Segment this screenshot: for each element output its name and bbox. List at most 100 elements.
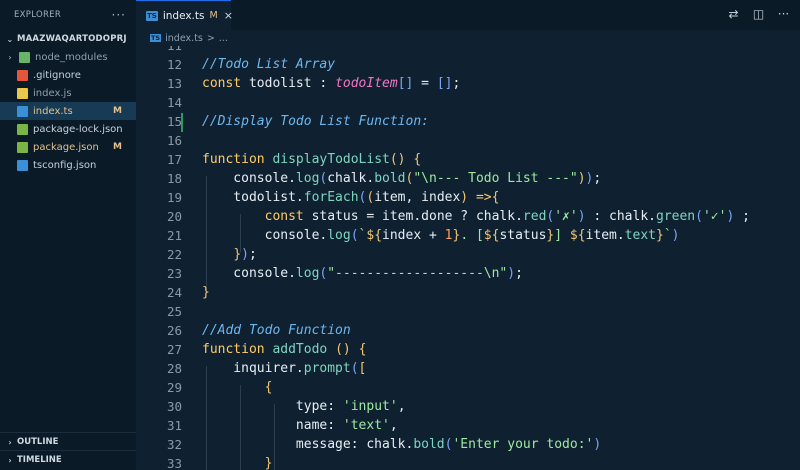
code-text: { — [264, 380, 273, 395]
close-icon[interactable]: × — [224, 9, 233, 22]
code-text: //Add Todo Function — [202, 323, 351, 338]
code-text: console.log(`${index + 1}. [${status}] $… — [202, 228, 680, 243]
file-item-tsconfig-json[interactable]: tsconfig.json — [0, 156, 136, 174]
code-text: //Display Todo List Function: — [202, 114, 429, 129]
explorer-header: EXPLORER ··· — [0, 0, 136, 30]
line-number: 22 — [166, 247, 182, 262]
code-line[interactable]: 16 — [136, 131, 800, 150]
breadcrumb-rest[interactable]: ... — [219, 33, 228, 44]
line-number: 24 — [166, 285, 182, 300]
chevron-down-icon: ⌄ — [6, 34, 14, 44]
code-text: message: chalk.bold('Enter your todo:') — [202, 437, 602, 452]
node-icon — [17, 141, 28, 153]
tsconfig-icon — [17, 159, 28, 171]
file-label: package-lock.json — [33, 123, 123, 135]
file-label: index.js — [33, 87, 72, 99]
line-number: 26 — [166, 323, 182, 338]
code-line[interactable]: 30 type: 'input', — [136, 397, 800, 416]
tab-bar: TS index.ts M × ⇄ ◫ ··· — [136, 0, 800, 30]
line-number: 12 — [166, 57, 182, 72]
git-icon — [17, 69, 28, 81]
project-folder[interactable]: ⌄ MAAZWAQARTODOPRJ — [0, 30, 136, 48]
modified-badge: M — [113, 142, 122, 152]
code-line[interactable]: 32 message: chalk.bold('Enter your todo:… — [136, 435, 800, 454]
code-line[interactable]: 12 //Todo List Array — [136, 55, 800, 74]
folder-icon — [19, 51, 30, 63]
code-line[interactable]: 27 function addTodo () { — [136, 340, 800, 359]
code-text: inquirer.prompt([ — [202, 361, 367, 376]
outline-section[interactable]: › OUTLINE — [0, 432, 141, 451]
line-number: 15 — [166, 114, 182, 129]
ts-icon — [17, 105, 28, 117]
ts-icon: TS — [150, 34, 162, 42]
code-line[interactable]: 18 console.log(chalk.bold("\n--- Todo Li… — [136, 169, 800, 188]
line-number: 23 — [166, 266, 182, 281]
file-item-index-js[interactable]: index.js — [0, 84, 136, 102]
code-line[interactable]: 21 console.log(`${index + 1}. [${status}… — [136, 226, 800, 245]
line-number: 30 — [166, 399, 182, 414]
code-line[interactable]: 24} — [136, 283, 800, 302]
editor-actions: ⇄ ◫ ··· — [727, 8, 790, 21]
code-text: } — [264, 456, 273, 470]
code-line[interactable]: 19 todolist.forEach((item, index) =>{ — [136, 188, 800, 207]
tab-label: index.ts — [162, 9, 205, 22]
explorer-sidebar: EXPLORER ··· ⌄ MAAZWAQARTODOPRJ › node_mo… — [0, 0, 137, 470]
file-label: package.json — [33, 141, 99, 153]
more-actions-icon[interactable]: ··· — [777, 8, 790, 21]
code-line[interactable]: 23 console.log("-------------------\n"); — [136, 264, 800, 283]
file-item-index-ts[interactable]: index.ts M — [0, 102, 136, 120]
project-name: MAAZWAQARTODOPRJ — [17, 34, 127, 44]
code-line[interactable]: 17 function displayTodoList() { — [136, 150, 800, 169]
code-text: //Todo List Array — [202, 57, 336, 72]
code-line[interactable]: 31 name: 'text', — [136, 416, 800, 435]
code-line[interactable]: 29 { — [136, 378, 800, 397]
line-number: 28 — [166, 361, 182, 376]
file-item-node-modules[interactable]: › node_modules — [0, 48, 136, 66]
file-item-package-lock-json[interactable]: package-lock.json — [0, 120, 136, 138]
code-text: const status = item.done ? chalk.red('✗'… — [264, 209, 750, 224]
code-line[interactable]: 20 const status = item.done ? chalk.red(… — [136, 207, 800, 226]
file-label: .gitignore — [33, 69, 81, 81]
code-line[interactable]: 26 //Add Todo Function — [136, 321, 800, 340]
file-item-gitignore[interactable]: .gitignore — [0, 66, 136, 84]
code-text: function addTodo () { — [202, 342, 367, 357]
file-label: node_modules — [35, 51, 108, 63]
code-line[interactable]: 28 inquirer.prompt([ — [136, 359, 800, 378]
line-number: 19 — [166, 190, 182, 205]
code-text: console.log("-------------------\n"); — [202, 266, 523, 281]
tab-index-ts[interactable]: TS index.ts M × — [136, 0, 233, 30]
chevron-right-icon: › — [8, 437, 12, 447]
modified-badge: M — [209, 10, 218, 21]
code-text: function displayTodoList() { — [202, 152, 422, 167]
more-actions-icon[interactable]: ··· — [112, 8, 126, 22]
code-line[interactable]: 13 const todolist : todoItem[] = []; — [136, 74, 800, 93]
code-text: }); — [233, 247, 257, 262]
line-number: 16 — [166, 133, 182, 148]
line-number: 13 — [166, 76, 182, 91]
code-line[interactable]: 15 //Display Todo List Function: — [136, 112, 800, 131]
code-line[interactable]: 22 }); — [136, 245, 800, 264]
outline-label: OUTLINE — [17, 437, 59, 447]
modified-badge: M — [113, 106, 122, 116]
code-line[interactable]: 33 } — [136, 454, 800, 470]
timeline-section[interactable]: › TIMELINE — [0, 450, 141, 469]
breadcrumb-file[interactable]: index.ts — [165, 33, 203, 44]
ts-icon: TS — [146, 10, 158, 21]
compare-changes-icon[interactable]: ⇄ — [727, 8, 740, 21]
line-number: 31 — [166, 418, 182, 433]
code-line[interactable]: 25 — [136, 302, 800, 321]
breadcrumb-separator: > — [206, 32, 215, 44]
breadcrumb: TS index.ts > ... — [136, 30, 800, 46]
line-number: 20 — [166, 209, 182, 224]
code-line[interactable]: 11 — [136, 46, 800, 55]
line-number: 32 — [166, 437, 182, 452]
chevron-right-icon: › — [8, 455, 12, 465]
code-line[interactable]: 14 — [136, 93, 800, 112]
split-editor-icon[interactable]: ◫ — [752, 8, 765, 21]
file-item-package-json[interactable]: package.json M — [0, 138, 136, 156]
line-number: 18 — [166, 171, 182, 186]
file-label: tsconfig.json — [33, 159, 97, 171]
timeline-label: TIMELINE — [17, 455, 62, 465]
line-number: 25 — [166, 304, 182, 319]
code-editor[interactable]: 11 12 //Todo List Array 13 const todolist : … — [136, 46, 800, 470]
